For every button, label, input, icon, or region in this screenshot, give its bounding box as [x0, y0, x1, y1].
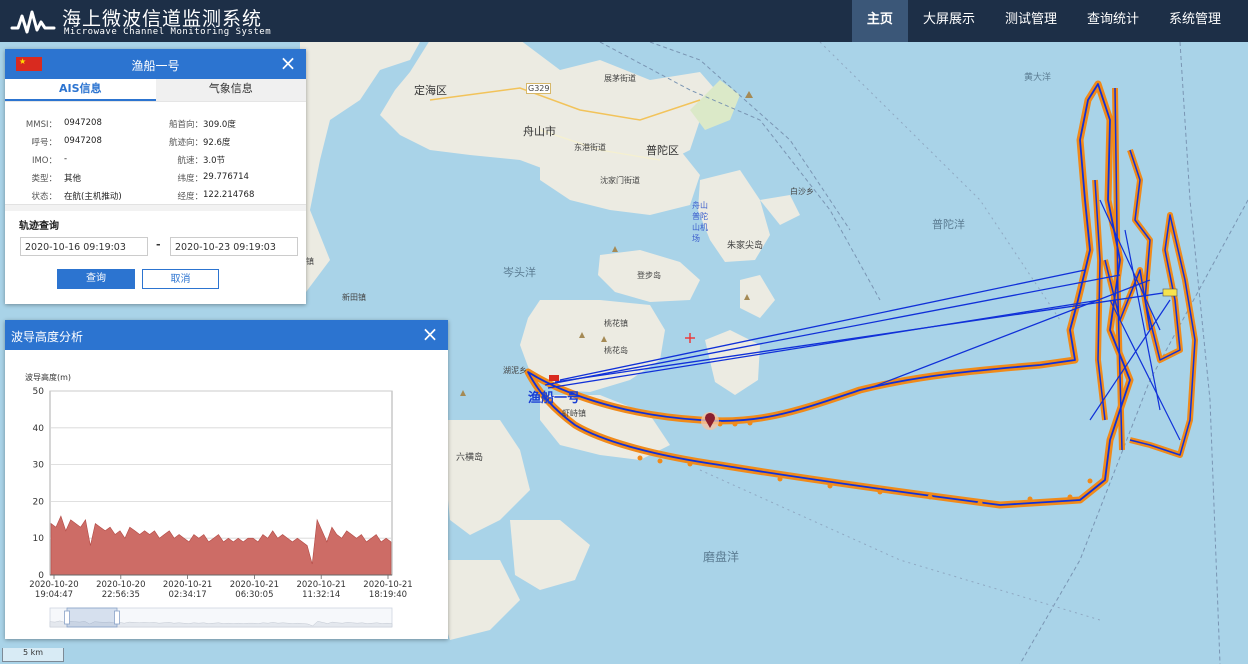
imo-value: -: [64, 154, 68, 164]
x-tick-label: 11:32:14: [302, 590, 340, 600]
end-date-input[interactable]: 2020-10-23 09:19:03: [170, 237, 298, 256]
x-tick-label: 2020-10-21: [230, 580, 279, 590]
label-hudao: 湖泥乡: [503, 366, 527, 375]
section-divider: [5, 204, 306, 211]
label-putuo: 普陀区: [646, 144, 679, 157]
label-dengbu: 登步岛: [637, 271, 661, 280]
label-dinghai: 定海区: [414, 84, 447, 97]
longitude-label: 经度：: [177, 192, 203, 202]
label-shenjia: 沈家门街道: [600, 176, 640, 185]
speed-value: 3.0节: [203, 156, 226, 166]
nav-big-screen[interactable]: 大屏展示: [908, 0, 990, 42]
label-mopanyang: 磨盘洋: [703, 550, 740, 564]
y-tick-label: 30: [33, 461, 45, 471]
track-query-title: 轨迹查询: [19, 221, 59, 232]
label-road: G329: [526, 83, 552, 94]
wave-panel: 波导高度分析 × 波导高度(m) 0 10 20 30 40 50 2020-10-20 19…: [5, 320, 448, 639]
label-taohuadao: 桃花岛: [604, 346, 628, 355]
label-liuheng: 六横岛: [456, 453, 484, 463]
app-subtitle: Microwave Channel Monitoring System: [64, 27, 272, 37]
wave-height-area: [50, 515, 392, 576]
label-taohua: 桃花镇: [604, 319, 628, 328]
x-tick-label: 22:56:35: [102, 590, 140, 600]
x-tick-label: 2020-10-20: [96, 580, 145, 590]
zoom-slider-window[interactable]: [66, 607, 118, 628]
label-cetouyang: 岑头洋: [503, 266, 536, 279]
callsign-value: 0947208: [64, 136, 102, 146]
speed-label: 航速：: [177, 156, 203, 166]
nav-home[interactable]: 主页: [851, 0, 908, 42]
waveform-logo-icon: [10, 10, 56, 34]
ais-info-fields: MMSI： 0947208 呼号： 0947208 IMO： - 类型： 其他 …: [5, 102, 306, 204]
x-tick-label: 2020-10-21: [163, 580, 212, 590]
start-pin-icon[interactable]: [701, 412, 719, 430]
label-baisha: 白沙乡: [790, 187, 814, 196]
date-range-dash: -: [156, 238, 161, 251]
scale-bar: 5 km: [2, 648, 64, 662]
y-tick-label: 40: [33, 424, 45, 434]
label-putuoyang: 普陀洋: [932, 218, 965, 231]
ship-icon[interactable]: [1162, 288, 1178, 297]
label-xiaoqu: 新田镇: [342, 293, 366, 302]
wave-height-chart[interactable]: 010203040502020-10-2019:04:472020-10-202…: [5, 350, 448, 639]
label-airport: 舟山普陀山机场: [692, 201, 708, 243]
x-tick-label: 2020-10-20: [29, 580, 78, 590]
label-zhujianjian: 朱家尖岛: [727, 241, 764, 251]
heading-label: 船首向：: [168, 120, 203, 130]
wave-panel-title: 波导高度分析: [11, 330, 84, 344]
start-date-input[interactable]: 2020-10-16 09:19:03: [20, 237, 148, 256]
cancel-button[interactable]: 取消: [142, 269, 219, 289]
x-tick-label: 2020-10-21: [363, 580, 412, 590]
nav-system-management[interactable]: 系统管理: [1154, 0, 1236, 42]
mmsi-value: 0947208: [64, 118, 102, 128]
imo-label: IMO：: [31, 156, 57, 166]
top-bar: 海上微波信道监测系统 Microwave Channel Monitoring …: [0, 0, 1248, 42]
label-xiaqi: 虾峙镇: [562, 409, 586, 418]
ais-panel-header: ★ 渔船一号 ×: [5, 49, 306, 79]
heading-value: 309.0度: [203, 120, 236, 130]
latitude-label: 纬度：: [177, 174, 203, 184]
ship-flag-icon: [549, 375, 559, 381]
label-zhoushan: 舟山市: [523, 125, 556, 138]
status-label: 状态：: [31, 192, 57, 202]
y-tick-label: 10: [33, 534, 45, 544]
type-label: 类型：: [31, 174, 57, 184]
ship-name-label[interactable]: 渔船一号: [528, 387, 580, 406]
course-label: 航迹向：: [168, 138, 203, 148]
main-nav: 主页 大屏展示 测试管理 查询统计 系统管理: [851, 0, 1236, 42]
tab-ais-info[interactable]: AIS信息: [5, 79, 156, 101]
x-tick-label: 2020-10-21: [296, 580, 345, 590]
label-side: 镇: [306, 257, 314, 266]
ais-panel: ★ 渔船一号 × AIS信息 气象信息 MMSI： 0947208 呼号： 09…: [5, 49, 306, 304]
label-huangdayang: 黄大洋: [1024, 73, 1052, 83]
query-button[interactable]: 查询: [57, 269, 135, 289]
mmsi-label: MMSI：: [25, 120, 57, 130]
longitude-value: 122.214768: [203, 190, 255, 200]
y-tick-label: 20: [33, 497, 45, 507]
x-tick-label: 18:19:40: [369, 590, 407, 600]
type-value: 其他: [64, 174, 82, 184]
latitude-value: 29.776714: [203, 172, 249, 182]
close-icon[interactable]: ×: [278, 52, 298, 74]
label-zhanmao: 展茅街道: [604, 74, 636, 83]
nav-test-management[interactable]: 测试管理: [990, 0, 1072, 42]
zoom-slider-handle[interactable]: [64, 610, 70, 625]
status-value: 在航(主机推动): [64, 192, 122, 202]
y-tick-label: 50: [33, 387, 45, 397]
course-value: 92.6度: [203, 138, 231, 148]
tab-weather-info[interactable]: 气象信息: [155, 79, 306, 101]
callsign-label: 呼号：: [31, 138, 57, 148]
x-tick-label: 19:04:47: [35, 590, 73, 600]
ais-panel-title: 渔船一号: [131, 59, 180, 73]
zoom-slider-handle[interactable]: [114, 610, 120, 625]
nav-query-statistics[interactable]: 查询统计: [1072, 0, 1154, 42]
x-tick-label: 06:30:05: [235, 590, 273, 600]
ais-tabs: AIS信息 气象信息: [5, 79, 306, 102]
wave-panel-header: 波导高度分析 ×: [5, 320, 448, 350]
close-icon[interactable]: ×: [420, 323, 440, 345]
label-dongjie: 东港街道: [574, 143, 606, 152]
x-tick-label: 02:34:17: [169, 590, 207, 600]
